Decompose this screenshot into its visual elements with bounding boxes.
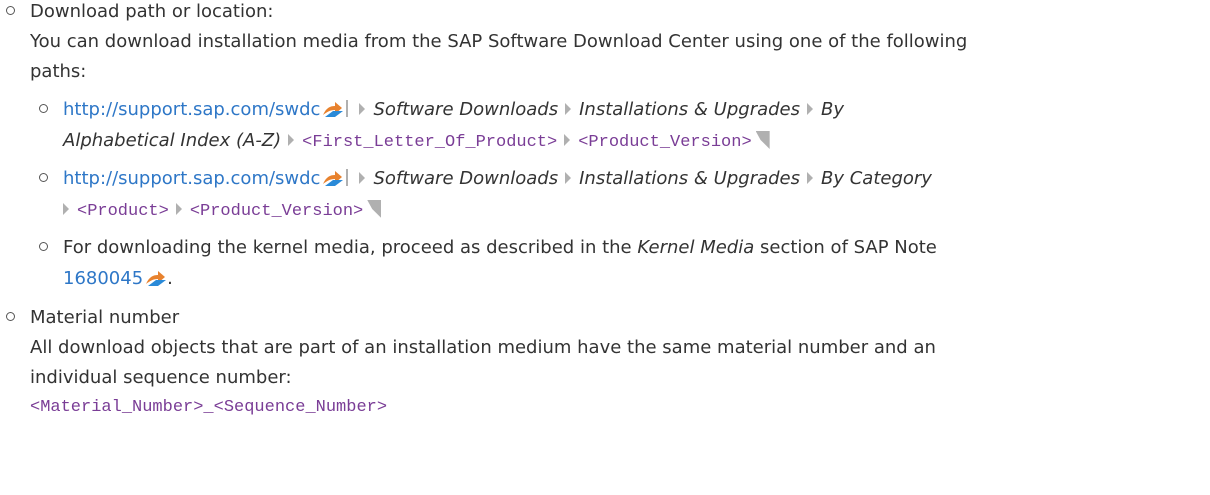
bullet-icon: [39, 173, 48, 182]
path-2-line1: http://support.sap.com/swdc Software Down…: [63, 167, 932, 193]
kernel-line2: 1680045.: [63, 267, 173, 293]
path-2-line2: <Product> <Product_Version>: [56, 198, 382, 224]
kernel-text: For downloading the kernel media, procee…: [63, 237, 632, 258]
chevron-right-icon: [63, 203, 69, 215]
external-link-icon[interactable]: [322, 100, 344, 125]
path-segment: Software Downloads: [373, 168, 559, 189]
bullet-icon: [39, 242, 48, 251]
path-code: <Product>: [77, 202, 169, 221]
path-code: <First_Letter_Of_Product>: [302, 133, 558, 152]
path-start-bar-icon: [346, 100, 349, 117]
item-material-para-line1: All download objects that are part of an…: [30, 337, 936, 358]
kernel-line1: For downloading the kernel media, procee…: [63, 236, 937, 262]
kernel-emphasis: Kernel Media: [637, 237, 755, 258]
swdc-link[interactable]: http://support.sap.com/swdc: [63, 168, 320, 189]
path-segment: Installations & Upgrades: [579, 168, 800, 189]
item-download-para-line2: paths:: [30, 61, 87, 82]
chevron-right-icon: [288, 134, 295, 146]
chevron-right-icon: [565, 172, 572, 184]
path-segment: Alphabetical Index (A-Z): [63, 130, 282, 151]
path-segment: By: [821, 99, 845, 120]
material-code: <Material_Number>_<Sequence_Number>: [30, 398, 388, 417]
swdc-link[interactable]: http://support.sap.com/swdc: [63, 99, 320, 120]
sap-note-link[interactable]: 1680045: [63, 268, 143, 289]
item-material-heading: Material number: [30, 307, 180, 328]
external-link-icon[interactable]: [322, 169, 344, 194]
path-code: <Product_Version>: [578, 133, 752, 152]
bullet-icon: [6, 6, 15, 15]
item-download-heading: Download path or location:: [30, 1, 274, 22]
path-end-marker-icon: [367, 200, 382, 218]
chevron-right-icon: [807, 103, 813, 115]
chevron-right-icon: [175, 203, 182, 215]
chevron-right-icon: [359, 172, 366, 184]
kernel-period: .: [167, 268, 173, 289]
path-segment: Installations & Upgrades: [579, 99, 800, 120]
path-start-bar-icon: [346, 169, 349, 186]
chevron-right-icon: [564, 134, 571, 146]
kernel-text: section of SAP Note: [760, 237, 937, 258]
chevron-right-icon: [565, 103, 572, 115]
path-end-marker-icon: [755, 131, 770, 149]
external-link-icon[interactable]: [145, 269, 167, 294]
path-code: <Product_Version>: [189, 202, 364, 221]
bullet-icon: [6, 312, 15, 321]
path-1-line2: Alphabetical Index (A-Z) <First_Letter_Of…: [63, 129, 770, 155]
path-segment: Software Downloads: [373, 99, 559, 120]
chevron-right-icon: [807, 172, 813, 184]
path-segment: By Category: [821, 168, 932, 189]
chevron-right-icon: [359, 103, 366, 115]
item-download-para-line1: You can download installation media from…: [30, 31, 968, 52]
path-1-line1: http://support.sap.com/swdc Software Down…: [63, 98, 844, 124]
item-material-para-line2: individual sequence number:: [30, 367, 292, 388]
bullet-icon: [39, 104, 48, 113]
